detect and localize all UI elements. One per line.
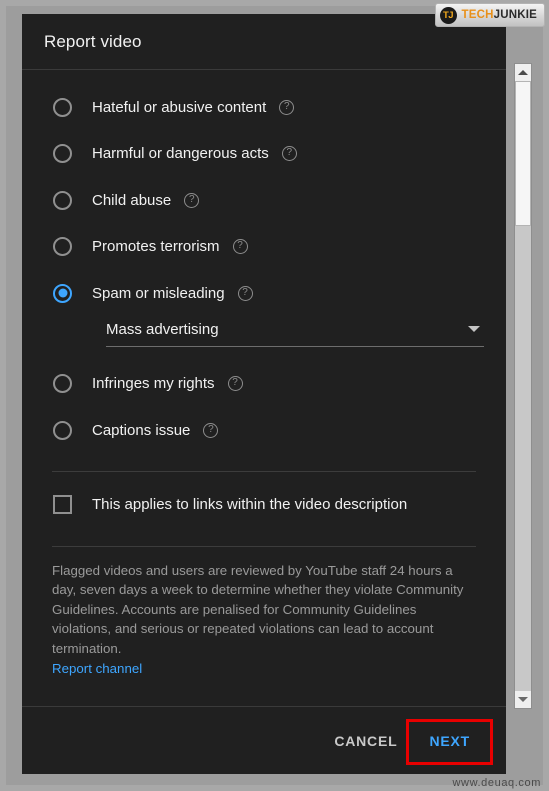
radio-button[interactable] — [53, 144, 72, 164]
help-icon[interactable]: ? — [237, 285, 253, 301]
radio-option-label: Spam or misleading — [92, 284, 225, 302]
checkbox[interactable] — [53, 495, 72, 514]
cancel-button[interactable]: CANCEL — [318, 723, 413, 759]
scrollbar-thumb[interactable] — [515, 81, 531, 226]
techjunkie-logo: TJ TECH JUNKIE — [434, 3, 545, 27]
dialog-header: Report video — [22, 14, 506, 70]
disclaimer: Flagged videos and users are reviewed by… — [52, 545, 476, 679]
radio-option-hateful-or-abusive-content[interactable]: Hateful or abusive content ? — [44, 84, 484, 131]
radio-option-label: Harmful or dangerous acts — [92, 145, 269, 163]
help-icon[interactable]: ? — [203, 422, 219, 438]
help-icon[interactable]: ? — [281, 146, 297, 162]
report-video-dialog: Report video Hateful or abusive content … — [22, 14, 506, 774]
radio-option-infringes-my-rights[interactable]: Infringes my rights ? — [44, 361, 484, 408]
radio-option-harmful-or-dangerous-acts[interactable]: Harmful or dangerous acts ? — [44, 131, 484, 178]
radio-option-spam-or-misleading[interactable]: Spam or misleading ? — [44, 270, 484, 317]
disclaimer-text: Flagged videos and users are reviewed by… — [52, 562, 464, 656]
spam-subtype-dropdown-wrap: Mass advertising — [44, 317, 484, 361]
logo-mark-icon: TJ — [439, 6, 457, 24]
scroll-up-button[interactable] — [515, 64, 531, 81]
radio-option-label: Promotes terrorism — [92, 238, 220, 256]
radio-option-captions-issue[interactable]: Captions issue ? — [44, 407, 484, 454]
scrollbar-track[interactable] — [515, 81, 531, 691]
dropdown-selected-value: Mass advertising — [106, 320, 219, 338]
links-in-description-checkbox-row[interactable]: This applies to links within the video d… — [44, 472, 484, 538]
dialog-footer: CANCEL NEXT — [22, 706, 506, 774]
logo-text-tech: TECH — [461, 9, 494, 21]
site-watermark: www.deuaq.com — [452, 777, 541, 789]
help-icon[interactable]: ? — [279, 99, 295, 115]
dialog-body: Hateful or abusive content ? Harmful or … — [22, 70, 506, 706]
radio-button[interactable] — [53, 190, 72, 210]
radio-option-label: Child abuse — [92, 191, 172, 209]
radio-button[interactable] — [53, 420, 72, 440]
window-frame: Report video Hateful or abusive content … — [0, 0, 549, 791]
report-channel-link[interactable]: Report channel — [52, 659, 142, 679]
chevron-down-icon — [468, 326, 480, 332]
help-icon[interactable]: ? — [232, 239, 248, 255]
chevron-down-icon — [518, 697, 528, 702]
checkbox-label: This applies to links within the video d… — [92, 496, 408, 513]
radio-option-label: Captions issue — [92, 421, 191, 439]
spam-subtype-dropdown[interactable]: Mass advertising — [106, 321, 484, 347]
radio-option-child-abuse[interactable]: Child abuse ? — [44, 177, 484, 224]
scroll-down-button[interactable] — [515, 691, 531, 708]
radio-option-label: Hateful or abusive content — [92, 98, 267, 116]
radio-button[interactable] — [53, 237, 72, 257]
chevron-up-icon — [518, 70, 528, 75]
next-button[interactable]: NEXT — [413, 723, 486, 759]
radio-button[interactable] — [53, 374, 72, 394]
radio-button-selected[interactable] — [53, 283, 72, 303]
logo-text-junkie: JUNKIE — [493, 9, 537, 21]
help-icon[interactable]: ? — [184, 192, 200, 208]
radio-option-promotes-terrorism[interactable]: Promotes terrorism ? — [44, 224, 484, 271]
radio-button[interactable] — [53, 97, 72, 117]
radio-option-label: Infringes my rights — [92, 375, 215, 393]
vertical-scrollbar[interactable] — [514, 63, 532, 709]
help-icon[interactable]: ? — [227, 376, 243, 392]
page-title: Report video — [44, 31, 142, 51]
